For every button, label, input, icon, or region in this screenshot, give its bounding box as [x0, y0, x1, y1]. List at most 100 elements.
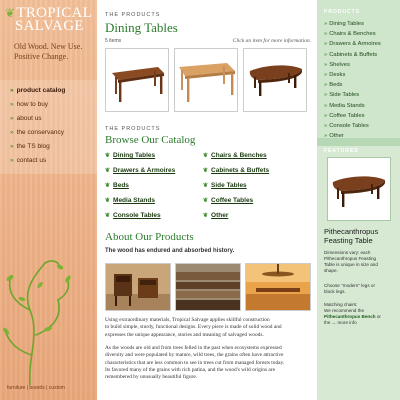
bullet-icon: »	[324, 102, 328, 109]
more-info-link[interactable]: the → more info	[324, 320, 398, 326]
right-link-desks[interactable]: » Desks	[324, 70, 381, 80]
text-line: block legs.	[324, 289, 346, 294]
vine-illustration	[3, 260, 71, 385]
leaf-bullet-icon: ❦	[105, 213, 111, 219]
nav-label: the conservancy	[16, 129, 64, 136]
footer-links[interactable]: furniture | boards | custom	[7, 385, 65, 391]
right-link-cabinets-buffets[interactable]: » Cabinets & Buffets	[324, 50, 381, 60]
table-image	[332, 176, 385, 207]
link-label: Chairs & Benches	[211, 152, 267, 159]
bullet-icon: »	[324, 112, 328, 119]
link-label: Console Tables	[113, 212, 161, 219]
right-link-other[interactable]: » Other	[324, 131, 381, 141]
right-link-media-stands[interactable]: » Media Stands	[324, 101, 381, 111]
catalog-link-side-tables[interactable]: ❦ Side Tables	[203, 182, 247, 189]
link-label: Side Tables	[211, 182, 247, 189]
nav-item-contact-us[interactable]: » contact us	[0, 154, 97, 168]
leaf-bullet-icon: ❦	[203, 153, 209, 159]
nav-item-about-us[interactable]: » about us	[0, 112, 97, 126]
leaf-bullet-icon: ❦	[203, 168, 209, 174]
leaf-icon: ❦	[5, 6, 16, 20]
link-label: Dining Tables	[113, 152, 156, 159]
about-photo-chairs	[105, 263, 171, 311]
link-label: Chairs & Benches	[329, 31, 376, 38]
table-image	[249, 65, 302, 96]
nav-item-blog[interactable]: » the TS blog	[0, 140, 97, 154]
nav-label: the TS blog	[16, 143, 50, 150]
bullet-icon: »	[324, 31, 328, 38]
click-hint: Click an item for more information.	[232, 38, 311, 44]
catalog-link-cabinets-buffets[interactable]: ❦ Cabinets & Buffets	[203, 167, 269, 174]
bullet-icon: »	[324, 72, 328, 79]
leaf-bullet-icon: ❦	[105, 198, 111, 204]
link-label: Media Stands	[113, 197, 155, 204]
page-title: Dining Tables	[105, 20, 178, 35]
text-fragment: or	[375, 314, 381, 319]
catalog-link-media-stands[interactable]: ❦ Media Stands	[105, 197, 155, 204]
logo[interactable]: ❦TROPICAL SALVAGE	[5, 6, 93, 34]
catalog-link-dining-tables[interactable]: ❦ Dining Tables	[105, 152, 155, 159]
link-label: Side Tables	[329, 92, 360, 99]
catalog-link-drawers-armoires[interactable]: ❦ Drawers & Armoires	[105, 167, 175, 174]
right-link-beds[interactable]: » Beds	[324, 80, 381, 90]
right-link-coffee-tables[interactable]: » Coffee Tables	[324, 111, 381, 121]
link-label: Drawers & Armoires	[329, 41, 381, 48]
link-label: Other	[329, 133, 344, 140]
link-label: Desks	[329, 72, 346, 79]
featured-description: Dimensions vary: each Pithecanthropus Fe…	[324, 250, 398, 274]
link-label: Coffee Tables	[329, 112, 365, 119]
nav-item-conservancy[interactable]: » the conservancy	[0, 126, 97, 140]
leaf-bullet-icon: ❦	[105, 153, 111, 159]
bullet-icon: »	[324, 92, 328, 99]
text-line: characteristics that are less common to …	[105, 359, 285, 366]
text-line: remembered by unusually beautiful figure…	[105, 374, 198, 381]
bullet-icon: »	[324, 41, 328, 48]
text-line: shape.	[324, 268, 338, 273]
matching-bench-link[interactable]: Pithecanthropus Bench	[324, 314, 376, 319]
product-thumb-2[interactable]	[174, 48, 238, 112]
table-image	[179, 63, 235, 102]
right-link-chairs-benches[interactable]: » Chairs & Benches	[324, 29, 381, 39]
catalog-link-chairs-benches[interactable]: ❦ Chairs & Benches	[203, 152, 267, 159]
text-line: to build simple, sturdy, functional desi…	[105, 324, 282, 331]
nav-item-how-to-buy[interactable]: » how to buy	[0, 98, 97, 112]
leaf-bullet-icon: ❦	[105, 168, 111, 174]
bullet-icon: »	[10, 101, 14, 108]
catalog-link-coffee-tables[interactable]: ❦ Coffee Tables	[203, 197, 253, 204]
main-nav: » product catalog » how to buy » about us »…	[0, 80, 97, 174]
right-link-side-tables[interactable]: » Side Tables	[324, 90, 381, 100]
right-link-dining-tables[interactable]: » Dining Tables	[324, 19, 381, 29]
link-label: Media Stands	[329, 102, 365, 109]
leaf-bullet-icon: ❦	[105, 183, 111, 189]
nav-label: contact us	[16, 157, 47, 164]
main-content: THE PRODUCTS Dining Tables 5 items Click…	[97, 0, 317, 400]
link-label: Other	[211, 212, 229, 219]
tagline-line1: Old Wood. New Use.	[14, 42, 83, 51]
right-link-shelves[interactable]: » Shelves	[324, 60, 381, 70]
link-label: Beds	[329, 82, 343, 89]
featured-title[interactable]: Pithecanthropus Feasting Table	[324, 227, 398, 245]
catalog-link-other[interactable]: ❦ Other	[203, 212, 228, 219]
link-label: Dining Tables	[329, 21, 364, 27]
about-title: About Our Products	[105, 231, 194, 243]
product-thumb-1[interactable]	[105, 48, 169, 112]
nav-item-product-catalog[interactable]: » product catalog	[0, 84, 97, 98]
right-link-drawers-armoires[interactable]: » Drawers & Armoires	[324, 39, 381, 49]
link-label: Cabinets & Buffets	[329, 51, 378, 58]
about-photo-boards	[175, 263, 241, 311]
table-image	[112, 67, 164, 102]
bullet-icon: »	[10, 157, 14, 164]
leaf-bullet-icon: ❦	[203, 198, 209, 204]
catalog-link-console-tables[interactable]: ❦ Console Tables	[105, 212, 161, 219]
catalog-link-beds[interactable]: ❦ Beds	[105, 182, 129, 189]
featured-image[interactable]	[327, 157, 391, 221]
bullet-icon: »	[324, 51, 328, 58]
link-label: Drawers & Armoires	[113, 167, 176, 174]
link-label: Console Tables	[329, 123, 369, 130]
right-link-console-tables[interactable]: » Console Tables	[324, 121, 381, 131]
right-sidebar: PRODUCTS » Dining Tables » Chairs & Benche…	[317, 0, 400, 400]
nav-label: product catalog	[16, 87, 66, 94]
product-thumb-3[interactable]	[243, 48, 307, 112]
leaf-bullet-icon: ❦	[203, 183, 209, 189]
tagline: Old Wood. New Use. Positive Change.	[14, 42, 94, 62]
